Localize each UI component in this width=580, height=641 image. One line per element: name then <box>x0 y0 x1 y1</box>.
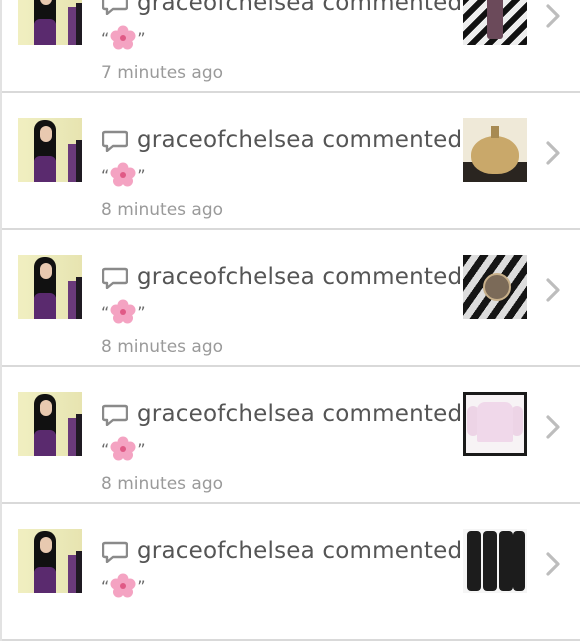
quote-open: “ <box>101 302 110 322</box>
notification-text: graceofchelsea commented: <box>137 538 470 564</box>
notification-item[interactable]: graceofchelsea commented: “ ” 8 minutes … <box>2 367 580 504</box>
chevron-right-icon[interactable] <box>543 2 563 30</box>
notification-item[interactable]: graceofchelsea commented: “ ” 7 minutes … <box>2 0 580 93</box>
avatar[interactable] <box>18 392 82 456</box>
username-link[interactable]: graceofchelsea <box>137 0 315 16</box>
quote-close: ” <box>137 576 146 596</box>
timestamp: 8 minutes ago <box>101 200 224 220</box>
username-link[interactable]: graceofchelsea <box>137 401 315 427</box>
comment-quote: “ ” <box>101 25 146 50</box>
chevron-right-icon[interactable] <box>543 139 563 167</box>
notification-item[interactable]: graceofchelsea commented: “ ” <box>2 504 580 641</box>
flower-emoji-icon <box>110 573 136 598</box>
comment-bubble-icon <box>102 0 128 15</box>
avatar[interactable] <box>18 118 82 182</box>
username-link[interactable]: graceofchelsea <box>137 264 315 290</box>
comment-bubble-icon <box>102 404 128 426</box>
flower-emoji-icon <box>110 25 136 50</box>
comment-quote: “ ” <box>101 299 146 324</box>
listing-thumbnail[interactable] <box>463 529 527 593</box>
avatar[interactable] <box>18 529 82 593</box>
avatar[interactable] <box>18 0 82 45</box>
comment-quote: “ ” <box>101 436 146 461</box>
action-text: commented: <box>322 127 471 153</box>
quote-open: “ <box>101 576 110 596</box>
action-text: commented: <box>322 0 471 16</box>
notification-item[interactable]: graceofchelsea commented: “ ” 8 minutes … <box>2 230 580 367</box>
avatar[interactable] <box>18 255 82 319</box>
listing-thumbnail[interactable] <box>463 392 527 456</box>
notification-text: graceofchelsea commented: <box>137 264 470 290</box>
quote-open: “ <box>101 165 110 185</box>
quote-close: ” <box>137 165 146 185</box>
listing-thumbnail[interactable] <box>463 0 527 45</box>
comment-quote: “ ” <box>101 162 146 187</box>
flower-emoji-icon <box>110 436 136 461</box>
chevron-right-icon[interactable] <box>543 276 563 304</box>
comment-bubble-icon <box>102 267 128 289</box>
chevron-right-icon[interactable] <box>543 413 563 441</box>
notification-item[interactable]: graceofchelsea commented: “ ” 8 minutes … <box>2 93 580 230</box>
notification-text: graceofchelsea commented: <box>137 0 470 16</box>
flower-emoji-icon <box>110 299 136 324</box>
username-link[interactable]: graceofchelsea <box>137 127 315 153</box>
chevron-right-icon[interactable] <box>543 550 563 578</box>
action-text: commented: <box>322 264 471 290</box>
notification-text: graceofchelsea commented: <box>137 127 470 153</box>
comment-bubble-icon <box>102 541 128 563</box>
timestamp: 7 minutes ago <box>101 63 224 83</box>
username-link[interactable]: graceofchelsea <box>137 538 315 564</box>
comment-bubble-icon <box>102 130 128 152</box>
timestamp: 8 minutes ago <box>101 474 224 494</box>
quote-close: ” <box>137 302 146 322</box>
comment-quote: “ ” <box>101 573 146 598</box>
quote-open: “ <box>101 439 110 459</box>
flower-emoji-icon <box>110 162 136 187</box>
notification-text: graceofchelsea commented: <box>137 401 470 427</box>
listing-thumbnail[interactable] <box>463 118 527 182</box>
action-text: commented: <box>322 538 471 564</box>
timestamp: 8 minutes ago <box>101 337 224 357</box>
action-text: commented: <box>322 401 471 427</box>
listing-thumbnail[interactable] <box>463 255 527 319</box>
quote-close: ” <box>137 28 146 48</box>
quote-close: ” <box>137 439 146 459</box>
quote-open: “ <box>101 28 110 48</box>
notification-feed: graceofchelsea commented: “ ” 7 minutes … <box>0 0 580 641</box>
